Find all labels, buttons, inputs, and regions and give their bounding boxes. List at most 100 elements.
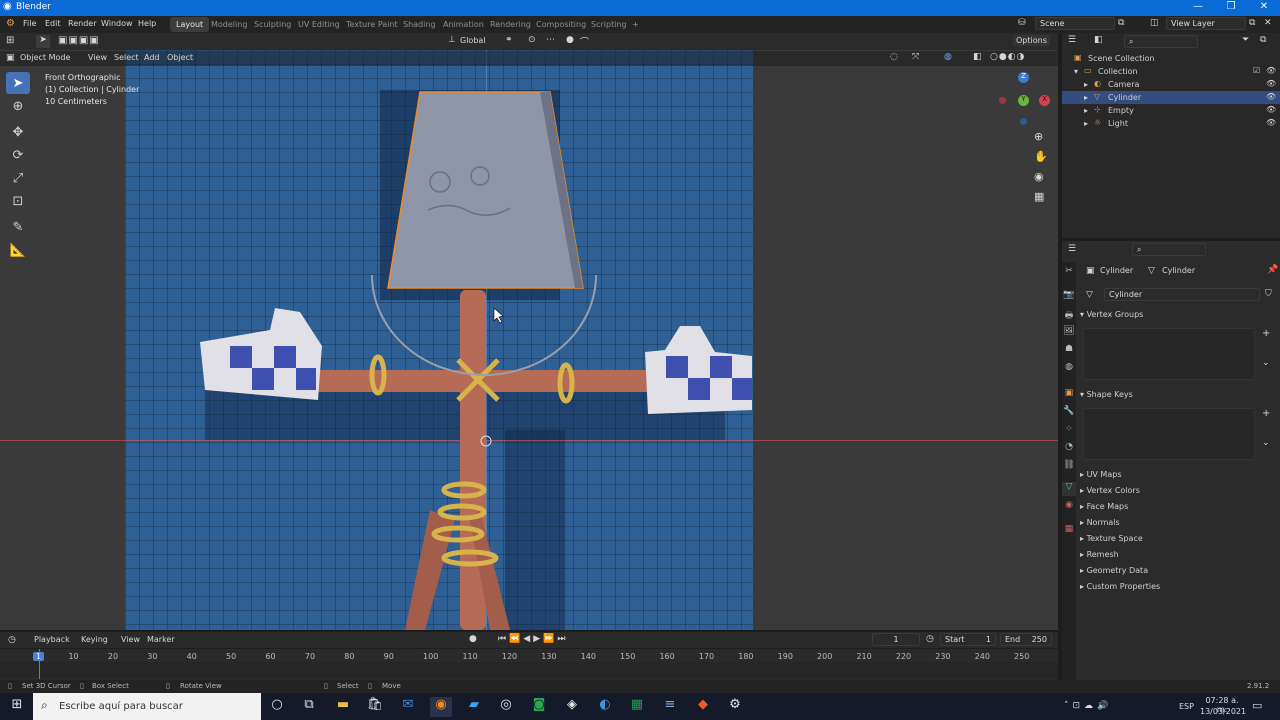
tool-tab-icon[interactable]: ✂: [1062, 266, 1076, 280]
ortho-grid-icon[interactable]: ▦: [1034, 190, 1044, 203]
modifier-tab-icon[interactable]: 🔧: [1062, 406, 1076, 420]
record-icon[interactable]: ●: [469, 634, 477, 644]
pin-icon[interactable]: 📌: [1267, 265, 1278, 275]
tab-layout[interactable]: Layout: [170, 17, 210, 32]
cursor-tool-icon[interactable]: ⊕: [6, 95, 30, 117]
pan-hand-icon[interactable]: ✋: [1034, 150, 1048, 163]
collection-checkbox[interactable]: ☑: [1253, 66, 1260, 75]
panel-custom-properties[interactable]: ▸ Custom Properties: [1080, 582, 1276, 594]
3d-viewport[interactable]: Front Orthographic (1) Collection | Cyli…: [0, 50, 1058, 630]
gizmo-neg-z[interactable]: [1020, 118, 1027, 125]
properties-search-input[interactable]: ⌕: [1132, 243, 1206, 256]
outliner-row-collection[interactable]: ▾ ▭ Collection 👁 ☑: [1062, 65, 1280, 78]
tab-modeling[interactable]: Modeling: [205, 17, 253, 32]
proportional-edit-icon[interactable]: ●: [566, 35, 574, 45]
app-icon-2[interactable]: ◙: [528, 697, 550, 717]
outliner-editor-icon[interactable]: ☰: [1068, 35, 1076, 45]
gizmo-neg-x[interactable]: [999, 97, 1006, 104]
options-dropdown[interactable]: Options: [1013, 35, 1050, 46]
visibility-eye-icon[interactable]: 👁: [1266, 79, 1276, 88]
scale-tool-icon[interactable]: ⤢: [6, 167, 30, 189]
panel-uv-maps[interactable]: ▸ UV Maps: [1080, 470, 1276, 482]
outliner-row-light[interactable]: ▸ ☼ Light 👁: [1062, 117, 1280, 130]
app-icon-3[interactable]: ◈: [561, 697, 583, 717]
notifications-icon[interactable]: ▭: [1252, 699, 1262, 712]
outliner-row-empty[interactable]: ▸ ⊹ Empty 👁: [1062, 104, 1280, 117]
menu-marker[interactable]: Marker: [147, 635, 175, 644]
close-button[interactable]: ✕: [1249, 1, 1279, 12]
tab-uv-editing[interactable]: UV Editing: [292, 17, 346, 32]
mesh-data-tab-icon[interactable]: ▽: [1062, 482, 1076, 496]
shading-modes-icons[interactable]: ○●◐◑: [990, 52, 1025, 62]
select-tool-icon[interactable]: ➤: [36, 35, 50, 48]
blender-menu-icon[interactable]: ⚙: [6, 18, 15, 29]
language-indicator[interactable]: ESP: [1179, 702, 1194, 711]
world-tab-icon[interactable]: ◍: [1062, 362, 1076, 376]
maximize-button[interactable]: ❐: [1216, 1, 1246, 12]
tab-sculpting[interactable]: Sculpting: [248, 17, 297, 32]
current-frame-marker[interactable]: 1: [33, 652, 45, 661]
brave-icon[interactable]: ◆: [692, 697, 714, 717]
particles-tab-icon[interactable]: ⁘: [1062, 424, 1076, 438]
panel-remesh[interactable]: ▸ Remesh: [1080, 550, 1276, 562]
annotate-tool-icon[interactable]: ✎: [6, 216, 30, 238]
list-specials-icon[interactable]: ⌄: [1262, 438, 1270, 448]
excel-icon[interactable]: ▦: [626, 697, 648, 717]
menu-keying[interactable]: Keying: [81, 635, 108, 644]
view-layer-remove-icon[interactable]: ✕: [1264, 18, 1272, 28]
outliner-row-scene-collection[interactable]: ▣ Scene Collection: [1062, 52, 1280, 65]
scene-new-icon[interactable]: ⧉: [1118, 18, 1124, 28]
output-tab-icon[interactable]: 🖶: [1062, 308, 1076, 322]
timeline-track[interactable]: [0, 662, 1058, 678]
system-tray-icons[interactable]: ˄⊡☁🔊: [1064, 701, 1112, 711]
display-mode-icon[interactable]: ◧: [1094, 35, 1103, 45]
select-mode-icons[interactable]: ▣▣▣▣: [58, 35, 100, 46]
timeline-editor-icon[interactable]: ◷: [8, 635, 16, 645]
clock-date[interactable]: 13/03/2021: [1200, 707, 1246, 716]
zoom-icon[interactable]: ⊕: [1034, 130, 1043, 143]
new-collection-icon[interactable]: ⧉: [1260, 35, 1266, 45]
material-tab-icon[interactable]: ◉: [1062, 500, 1076, 514]
expand-arrow-icon[interactable]: ▸: [1084, 93, 1088, 102]
orientation-dropdown[interactable]: Global: [460, 36, 486, 45]
physics-tab-icon[interactable]: ◔: [1062, 442, 1076, 456]
expand-arrow-icon[interactable]: ▾: [1074, 67, 1078, 76]
snap-icon[interactable]: ⊙: [528, 35, 536, 45]
scarecrow-model[interactable]: [0, 50, 1058, 630]
taskbar-search-box[interactable]: ⌕ Escribe aquí para buscar: [33, 693, 261, 720]
navigation-gizmo[interactable]: Z Y X: [996, 70, 1052, 126]
menu-help[interactable]: Help: [138, 19, 156, 28]
panel-geometry-data[interactable]: ▸ Geometry Data: [1080, 566, 1276, 578]
pivot-icon[interactable]: ⚭: [505, 35, 513, 45]
object-tab-icon[interactable]: ▣: [1062, 388, 1076, 402]
app-icon-4[interactable]: ≡: [659, 697, 681, 717]
fake-user-icon[interactable]: ⛉: [1265, 289, 1272, 299]
add-item-button[interactable]: +: [1262, 328, 1270, 339]
menu-object[interactable]: Object: [167, 53, 193, 62]
settings-icon[interactable]: ⚙: [724, 697, 746, 717]
menu-render[interactable]: Render: [68, 19, 96, 28]
app-icon-1[interactable]: ▰: [463, 697, 485, 717]
menu-playback[interactable]: Playback: [34, 635, 70, 644]
preview-range-icon[interactable]: ◷: [926, 634, 934, 644]
constraints-tab-icon[interactable]: ⛓: [1062, 460, 1076, 474]
outliner-row-cylinder[interactable]: ▸ ▽ Cylinder 👁: [1062, 91, 1280, 104]
menu-view[interactable]: View: [88, 53, 107, 62]
gizmo-toggle-icon[interactable]: ⤧: [912, 52, 919, 62]
xray-icon[interactable]: ◧: [973, 52, 982, 62]
file-explorer-icon[interactable]: ▬: [332, 697, 354, 717]
mail-icon[interactable]: ✉: [397, 697, 419, 717]
visibility-eye-icon[interactable]: 👁: [1266, 66, 1276, 75]
panel-shape-keys[interactable]: ▾ Shape Keys: [1080, 390, 1276, 402]
render-tab-icon[interactable]: 📷: [1062, 290, 1076, 304]
overlay-toggle-icon[interactable]: ◍: [944, 52, 952, 62]
falloff-icon[interactable]: ⌒: [580, 35, 589, 48]
expand-arrow-icon[interactable]: ▸: [1084, 80, 1088, 89]
task-view-icon[interactable]: ⧉: [298, 697, 320, 717]
move-tool-icon[interactable]: ✥: [6, 121, 30, 143]
expand-arrow-icon[interactable]: ▸: [1084, 106, 1088, 115]
menu-edit[interactable]: Edit: [45, 19, 61, 28]
minimize-button[interactable]: —: [1183, 1, 1213, 12]
menu-window[interactable]: Window: [101, 19, 133, 28]
gizmo-y-axis[interactable]: Y: [1018, 95, 1029, 106]
